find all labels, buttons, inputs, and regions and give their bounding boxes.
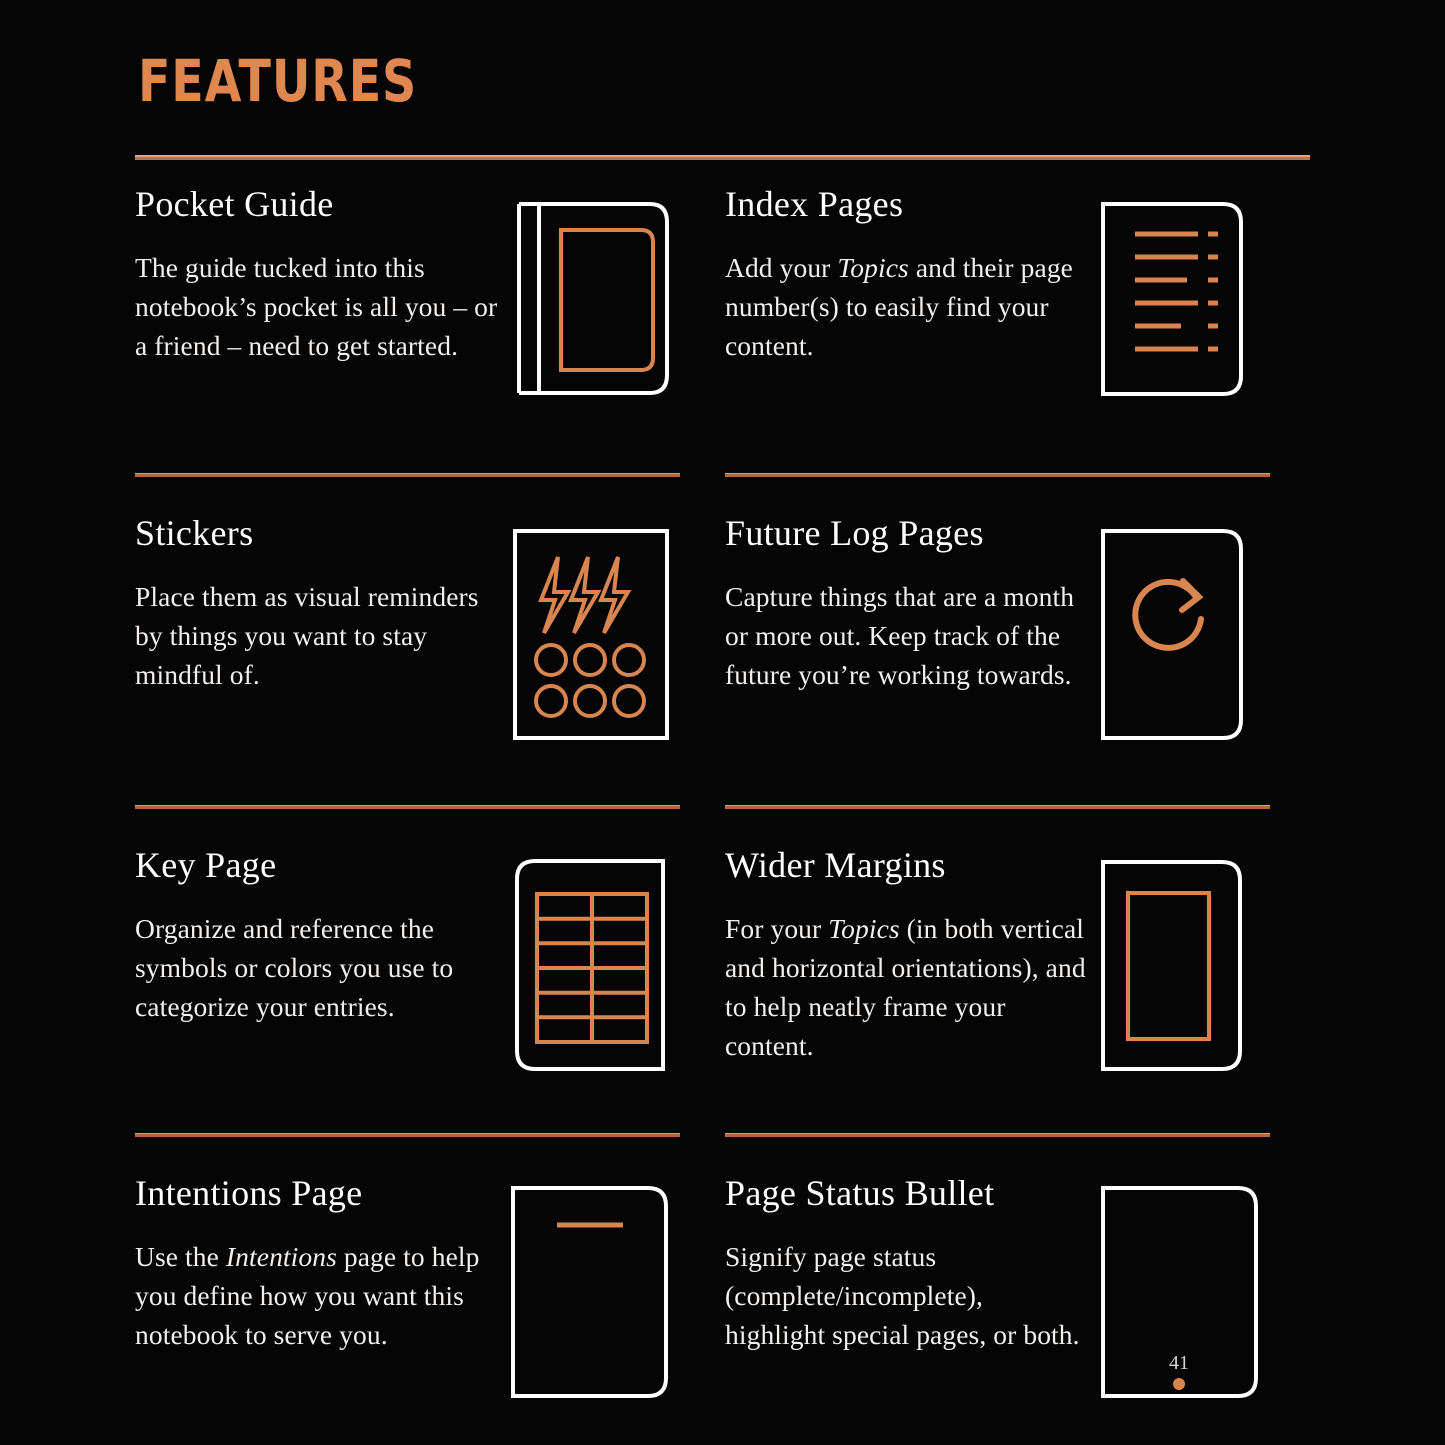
feature-title: Index Pages: [725, 184, 904, 224]
desc-part-1: Use the: [135, 1240, 226, 1272]
row-divider-group: [0, 805, 1445, 809]
feature-row: Pocket Guide The guide tucked into this …: [0, 184, 1445, 441]
feature-description: Use the Intentions page to help you defi…: [135, 1237, 499, 1354]
feature-title: Key Page: [135, 845, 277, 885]
feature-item-pocket-guide: Pocket Guide The guide tucked into this …: [135, 184, 680, 441]
feature-title: Future Log Pages: [725, 513, 984, 553]
feature-title: Wider Margins: [725, 845, 946, 885]
row-divider-group: [0, 1133, 1445, 1137]
key-table-page-icon: [505, 847, 680, 1087]
feature-title: Intentions Page: [135, 1173, 363, 1213]
features-page: FEATURES Pocket Guide The guide tucked i…: [0, 0, 1445, 1445]
index-lines-page-icon: [1095, 186, 1270, 411]
desc-emphasis: Topics: [837, 251, 909, 283]
feature-description: The guide tucked into this notebook’s po…: [135, 251, 498, 361]
row-divider: [135, 473, 680, 477]
feature-title: Stickers: [135, 513, 254, 553]
intentions-line-page-icon: [505, 1175, 680, 1415]
row-divider: [725, 805, 1270, 809]
desc-emphasis: Intentions: [225, 1240, 337, 1272]
row-divider: [135, 805, 680, 809]
feature-row: Key Page Organize and reference the symb…: [0, 845, 1445, 1099]
feature-item-intentions-page: Intentions Page Use the Intentions page …: [135, 1173, 680, 1425]
sticker-sheet-icon: [505, 515, 680, 755]
feature-item-key-page: Key Page Organize and reference the symb…: [135, 845, 680, 1099]
features-grid: Pocket Guide The guide tucked into this …: [0, 184, 1445, 1425]
page-status-bullet-icon: 41: [1095, 1175, 1270, 1415]
feature-description: Organize and reference the symbols or co…: [135, 912, 454, 1022]
refresh-arrow-page-icon: [1095, 515, 1270, 755]
page-title: FEATURES: [138, 47, 418, 115]
desc-emphasis: Topics: [828, 912, 900, 944]
feature-item-future-log-pages: Future Log Pages Capture things that are…: [725, 513, 1270, 765]
desc-part-1: Add your: [725, 251, 838, 283]
notebook-with-pocket-icon: [505, 186, 680, 411]
row-divider: [725, 473, 1270, 477]
header-divider: [135, 155, 1310, 160]
feature-title: Page Status Bullet: [725, 1173, 995, 1213]
feature-row: Intentions Page Use the Intentions page …: [0, 1173, 1445, 1425]
feature-description: Add your Topics and their page number(s)…: [725, 248, 1089, 365]
row-divider: [725, 1133, 1270, 1137]
row-divider-group: [0, 473, 1445, 477]
feature-description: Place them as visual reminders by things…: [135, 580, 479, 690]
feature-title: Pocket Guide: [135, 184, 334, 224]
feature-item-wider-margins: Wider Margins For your Topics (in both v…: [725, 845, 1270, 1099]
feature-item-stickers: Stickers Place them as visual reminders …: [135, 513, 680, 765]
margin-frame-page-icon: [1095, 847, 1270, 1087]
feature-row: Stickers Place them as visual reminders …: [0, 513, 1445, 765]
feature-item-page-status-bullet: Page Status Bullet Signify page status (…: [725, 1173, 1270, 1425]
row-divider: [135, 1133, 680, 1137]
desc-part-1: For your: [725, 912, 829, 944]
page-number-label: 41: [1169, 1352, 1189, 1374]
feature-description: For your Topics (in both vertical and ho…: [725, 909, 1089, 1065]
feature-description: Capture things that are a month or more …: [725, 580, 1075, 690]
feature-description: Signify page status (complete/incomplete…: [725, 1240, 1080, 1350]
feature-item-index-pages: Index Pages Add your Topics and their pa…: [725, 184, 1270, 441]
